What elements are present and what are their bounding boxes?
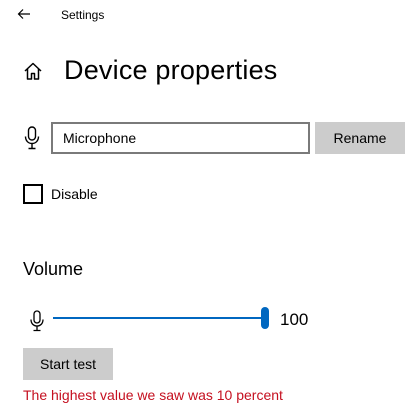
back-button[interactable] bbox=[10, 2, 38, 26]
volume-value: 100 bbox=[280, 310, 309, 329]
device-name-input[interactable] bbox=[51, 122, 310, 154]
volume-slider-fill bbox=[53, 317, 261, 319]
rename-button[interactable]: Rename bbox=[315, 122, 405, 154]
volume-section-title: Volume bbox=[23, 259, 84, 279]
back-arrow-icon bbox=[17, 9, 30, 19]
page-title: Device properties bbox=[64, 55, 278, 85]
volume-slider[interactable] bbox=[51, 306, 271, 332]
window-title: Settings bbox=[61, 8, 105, 22]
disable-checkbox[interactable] bbox=[23, 184, 43, 204]
disable-label[interactable]: Disable bbox=[51, 185, 98, 203]
microphone-icon bbox=[24, 126, 40, 150]
volume-slider-thumb[interactable] bbox=[261, 307, 269, 329]
home-icon[interactable] bbox=[22, 60, 44, 82]
settings-window: Settings Device properties Rename Disabl… bbox=[0, 0, 416, 415]
volume-microphone-icon bbox=[30, 310, 44, 332]
start-test-button[interactable]: Start test bbox=[23, 348, 113, 380]
test-status-text: The highest value we saw was 10 percent bbox=[23, 387, 283, 403]
